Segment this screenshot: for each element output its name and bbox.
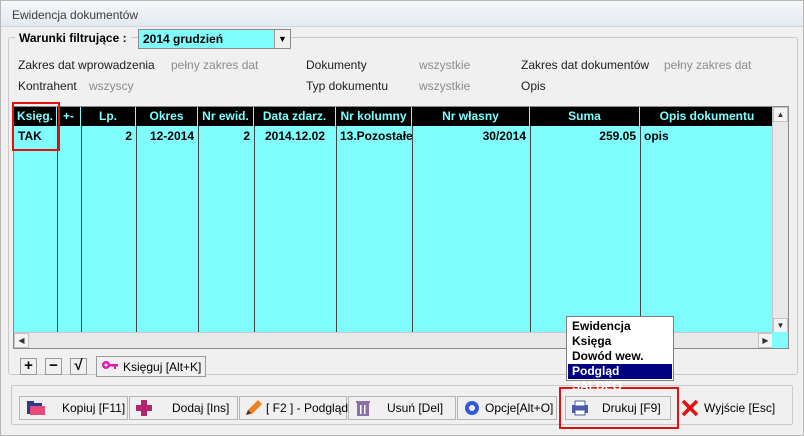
cell-lp[interactable]: 2 [81,127,136,145]
print-menu-item-ksiega[interactable]: Księga [568,334,672,349]
options-label: Opcje[Alt+O] [485,401,554,415]
grid-line [81,126,82,334]
book-label: Księguj [Alt+K] [123,360,202,374]
preview-label: [ F2 ] - Podgląd [266,401,349,415]
contractor-value: wszyscy [89,79,134,93]
window-title: Ewidencja dokumentów [1,1,803,27]
doc-type-value: wszystkie [419,79,471,93]
scroll-up-icon[interactable]: ▲ [773,107,788,122]
check-button[interactable]: √ [70,358,87,375]
scroll-left-icon[interactable]: ◀ [14,333,29,348]
copy-label: Kopiuj [F11] [62,401,126,415]
print-menu-item-ewidencja[interactable]: Ewidencja [568,319,672,334]
cell-description[interactable]: opis [640,127,774,145]
col-header-sign[interactable]: +- [57,107,81,126]
gear-icon [465,401,479,415]
grid-line [136,126,137,334]
period-select[interactable]: 2014 grudzień ▼ [138,29,291,49]
col-header-event-date[interactable]: Data zdarz. [254,107,336,126]
doc-date-value: pełny zakres dat [664,58,752,72]
documents-value: wszystkie [419,58,471,72]
trash-icon [356,401,370,416]
grid-line [198,126,199,334]
grid-line [254,126,255,334]
cell-record-no[interactable]: 2 [198,127,254,145]
entry-date-label: Zakres dat wprowadzenia [18,58,155,72]
filter-legend: Warunki filtrujące : [15,29,131,47]
col-header-sum[interactable]: Suma [530,107,640,126]
col-header-period[interactable]: Okres [136,107,198,126]
book-button[interactable]: Księguj [Alt+K] [96,356,206,377]
documents-label: Dokumenty [306,58,367,72]
key-icon [102,361,118,369]
description-label: Opis [521,79,546,93]
doc-date-label: Zakres dat dokumentów [521,58,650,72]
grid-line [412,126,413,334]
scroll-down-icon[interactable]: ▼ [773,318,788,333]
cell-sum[interactable]: 259.05 [530,127,640,145]
documents-grid[interactable]: Księg. +- Lp. Okres Nr ewid. Data zdarz.… [13,106,789,349]
grid-line [640,126,641,334]
cell-column-no[interactable]: 13.Pozostałe w [336,127,412,145]
print-menu-item-saldeo[interactable]: Podgląd SALDEO [568,364,672,393]
grid-line [530,126,531,334]
window: Ewidencja dokumentów Warunki filtrujące … [0,0,804,436]
contractor-label: Kontrahent [18,79,77,93]
add-row-button[interactable]: + [20,358,37,375]
remove-row-button[interactable]: − [45,358,62,375]
grid-header: Księg. +- Lp. Okres Nr ewid. Data zdarz.… [14,107,774,126]
cell-sign[interactable] [57,127,81,145]
cell-own-no[interactable]: 30/2014 [412,127,530,145]
col-header-column-no[interactable]: Nr kolumny [336,107,412,126]
chevron-down-icon[interactable]: ▼ [274,30,290,48]
exit-button[interactable]: Wyjście [Esc] [675,396,782,420]
cell-period[interactable]: 12-2014 [136,127,198,145]
scroll-corner [772,332,788,348]
scroll-right-icon[interactable]: ▶ [758,333,773,348]
col-header-own-no[interactable]: Nr własny [412,107,530,126]
col-header-lp[interactable]: Lp. [81,107,136,126]
grid-line [336,126,337,334]
pencil-icon [246,400,262,415]
grid-line [57,126,58,334]
delete-label: Usuń [Del] [387,401,444,415]
period-value: 2014 grudzień [143,32,224,46]
add-label: Dodaj [Ins] [172,401,230,415]
vertical-scrollbar[interactable]: ▲ ▼ [772,107,788,334]
exit-label: Wyjście [Esc] [704,401,776,415]
plus-icon [136,400,152,416]
preview-button[interactable]: [ F2 ] - Podgląd [239,396,349,420]
cell-event-date[interactable]: 2014.12.02 [254,127,336,145]
add-button[interactable]: Dodaj [Ins] [129,396,238,420]
close-icon [681,399,699,417]
highlight-booked-column [12,102,60,151]
folder-icon [27,401,45,415]
entry-date-value: pełny zakres dat [171,58,259,72]
copy-button[interactable]: Kopiuj [F11] [19,396,128,420]
doc-type-label: Typ dokumentu [306,79,389,93]
col-header-description[interactable]: Opis dokumentu [640,107,774,126]
col-header-record-no[interactable]: Nr ewid. [198,107,254,126]
options-button[interactable]: Opcje[Alt+O] [457,396,557,420]
print-menu-item-dowod[interactable]: Dowód wew. [568,349,672,364]
print-menu: Ewidencja Księga Dowód wew. Podgląd SALD… [566,316,674,393]
delete-button[interactable]: Usuń [Del] [348,396,456,420]
